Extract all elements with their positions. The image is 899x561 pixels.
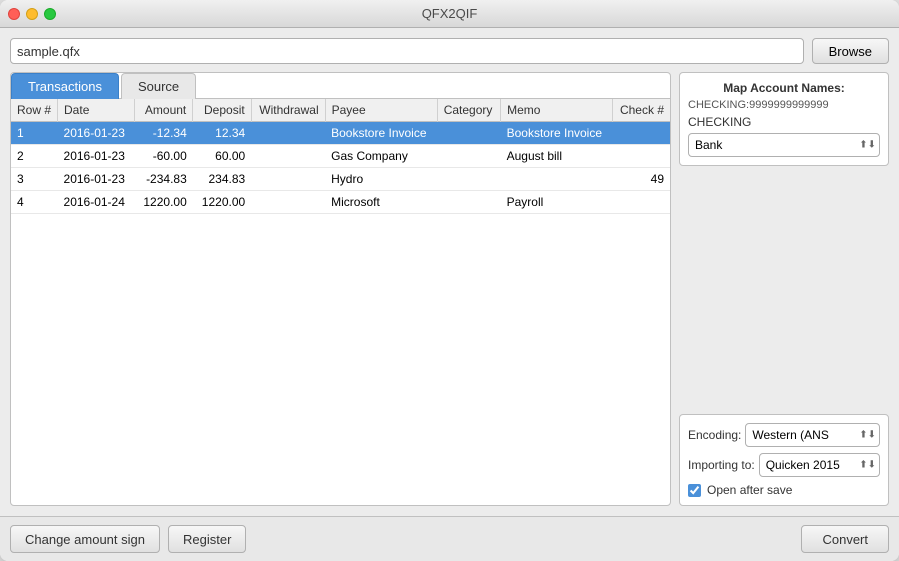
bank-type-select[interactable]: BankCashCCardInvstOthAOthL bbox=[688, 133, 880, 157]
main-content: Browse Transactions Source bbox=[0, 28, 899, 516]
importing-select[interactable]: Quicken 2015Quicken 2016Other bbox=[759, 453, 880, 477]
table-row[interactable]: 42016-01-241220.001220.00MicrosoftPayrol… bbox=[11, 191, 670, 214]
encoding-section: Encoding: Western (ANSUTF-8UTF-16 ⬆⬇ Imp… bbox=[679, 414, 889, 506]
header-deposit: Deposit bbox=[193, 99, 251, 122]
bank-type-wrapper: BankCashCCardInvstOthAOthL ⬆⬇ bbox=[688, 133, 880, 157]
table-row[interactable]: 32016-01-23-234.83234.83Hydro49 bbox=[11, 168, 670, 191]
importing-label: Importing to: bbox=[688, 458, 755, 472]
encoding-select[interactable]: Western (ANSUTF-8UTF-16 bbox=[745, 423, 880, 447]
bottom-bar: Change amount sign Register Convert bbox=[0, 516, 899, 561]
header-check: Check # bbox=[613, 99, 670, 122]
table-row[interactable]: 22016-01-23-60.0060.00Gas CompanyAugust … bbox=[11, 145, 670, 168]
open-after-save-row: Open after save bbox=[688, 483, 880, 497]
tabs: Transactions Source bbox=[11, 73, 670, 99]
transactions-table: Row # Date Amount Deposit Withdrawal Pay… bbox=[11, 99, 670, 214]
importing-row: Importing to: Quicken 2015Quicken 2016Ot… bbox=[688, 453, 880, 477]
open-after-save-label[interactable]: Open after save bbox=[707, 483, 792, 497]
header-amount: Amount bbox=[134, 99, 192, 122]
tab-transactions[interactable]: Transactions bbox=[11, 73, 119, 99]
close-button[interactable] bbox=[8, 8, 20, 20]
open-after-save-checkbox[interactable] bbox=[688, 484, 701, 497]
change-amount-sign-button[interactable]: Change amount sign bbox=[10, 525, 160, 553]
right-panel: Map Account Names: CHECKING:999999999999… bbox=[679, 72, 889, 506]
left-panel: Transactions Source Row # Date Amount bbox=[10, 72, 671, 506]
window-title: QFX2QIF bbox=[422, 6, 478, 21]
register-button[interactable]: Register bbox=[168, 525, 246, 553]
encoding-label: Encoding: bbox=[688, 428, 741, 442]
table-header-row: Row # Date Amount Deposit Withdrawal Pay… bbox=[11, 99, 670, 122]
app-window: QFX2QIF Browse Transactions Source bbox=[0, 0, 899, 561]
header-withdrawal: Withdrawal bbox=[251, 99, 325, 122]
header-category: Category bbox=[437, 99, 500, 122]
importing-wrapper: Quicken 2015Quicken 2016Other ⬆⬇ bbox=[759, 453, 880, 477]
file-input[interactable] bbox=[10, 38, 804, 64]
header-row: Row # bbox=[11, 99, 58, 122]
map-account-name: CHECKING bbox=[688, 115, 880, 129]
table-row[interactable]: 12016-01-23-12.3412.34Bookstore InvoiceB… bbox=[11, 122, 670, 145]
convert-button[interactable]: Convert bbox=[801, 525, 889, 553]
map-account-title: Map Account Names: bbox=[688, 81, 880, 95]
map-account-section: Map Account Names: CHECKING:999999999999… bbox=[679, 72, 889, 166]
file-row: Browse bbox=[10, 38, 889, 64]
encoding-wrapper: Western (ANSUTF-8UTF-16 ⬆⬇ bbox=[745, 423, 880, 447]
title-bar: QFX2QIF bbox=[0, 0, 899, 28]
minimize-button[interactable] bbox=[26, 8, 38, 20]
maximize-button[interactable] bbox=[44, 8, 56, 20]
map-account-detail: CHECKING:9999999999999 bbox=[688, 99, 880, 111]
header-payee: Payee bbox=[325, 99, 437, 122]
tab-source[interactable]: Source bbox=[121, 73, 196, 99]
header-date: Date bbox=[58, 99, 135, 122]
table-container: Row # Date Amount Deposit Withdrawal Pay… bbox=[11, 99, 670, 505]
traffic-lights bbox=[8, 8, 56, 20]
encoding-row: Encoding: Western (ANSUTF-8UTF-16 ⬆⬇ bbox=[688, 423, 880, 447]
browse-button[interactable]: Browse bbox=[812, 38, 889, 64]
header-memo: Memo bbox=[501, 99, 613, 122]
main-area: Transactions Source Row # Date Amount bbox=[10, 72, 889, 506]
